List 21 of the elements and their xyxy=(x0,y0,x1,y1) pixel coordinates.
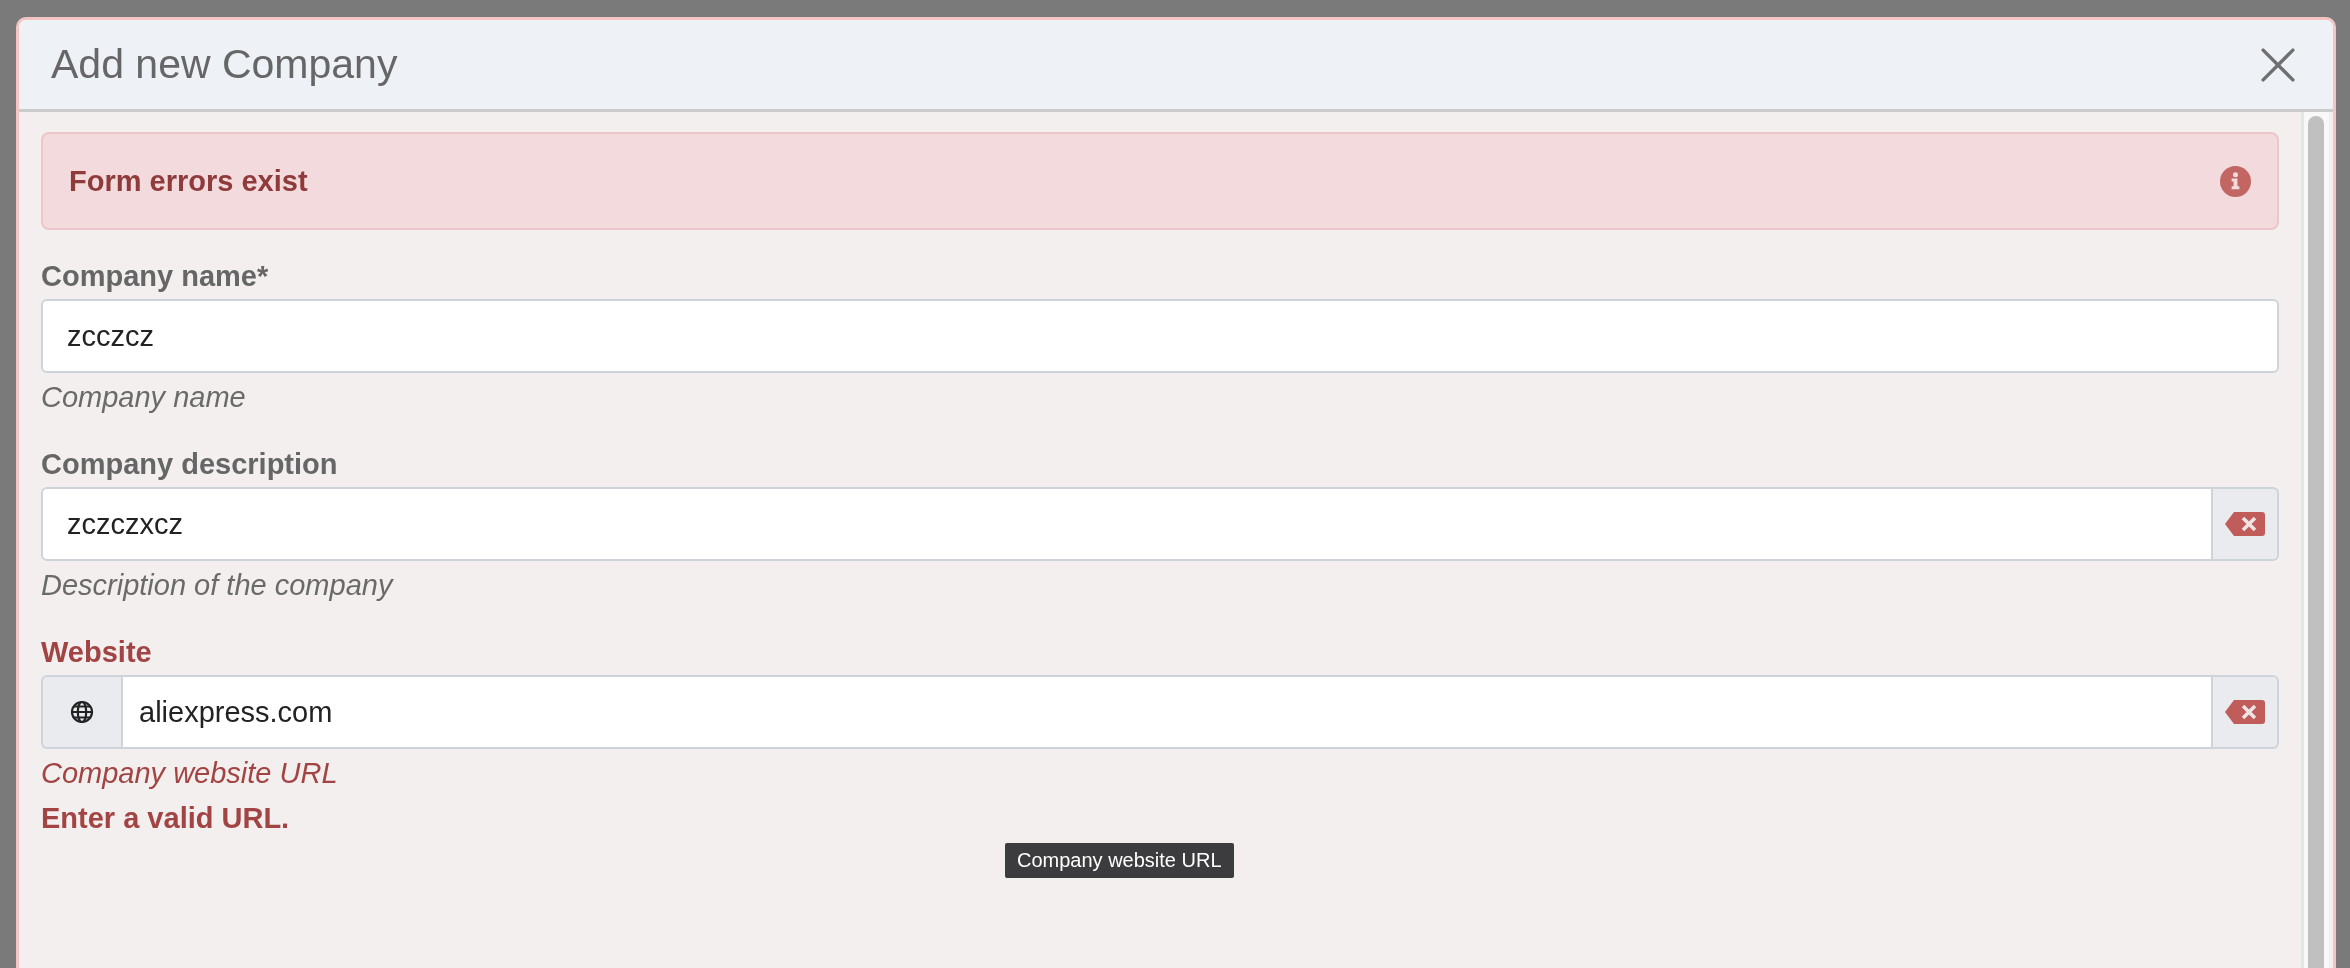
globe-icon xyxy=(70,700,94,724)
backspace-icon xyxy=(2225,512,2265,536)
text-input[interactable]: zczczxcz xyxy=(41,487,2213,561)
alert-message: Form errors exist xyxy=(69,164,308,198)
info-icon xyxy=(2220,165,2251,197)
clear-button[interactable] xyxy=(2213,487,2279,561)
text-input[interactable]: aliexpress.com xyxy=(121,675,2213,749)
field-label: Website xyxy=(41,636,153,669)
help-text: Description of the company xyxy=(41,569,395,602)
error-message: Enter a valid URL. xyxy=(41,802,291,835)
scrollbar-thumb[interactable] xyxy=(2308,116,2324,968)
text-input[interactable]: zcczcz xyxy=(41,299,2279,373)
modal-title: Add new Company xyxy=(51,41,398,88)
help-text: Company website URL xyxy=(41,757,339,790)
backspace-icon xyxy=(2225,700,2265,724)
close-icon[interactable] xyxy=(2261,47,2295,82)
tooltip: Company website URL xyxy=(1005,843,1234,878)
clear-button[interactable] xyxy=(2213,675,2279,749)
help-text: Company name xyxy=(41,381,247,414)
field-label: Company name* xyxy=(41,260,270,293)
field-label: Company description xyxy=(41,448,339,481)
